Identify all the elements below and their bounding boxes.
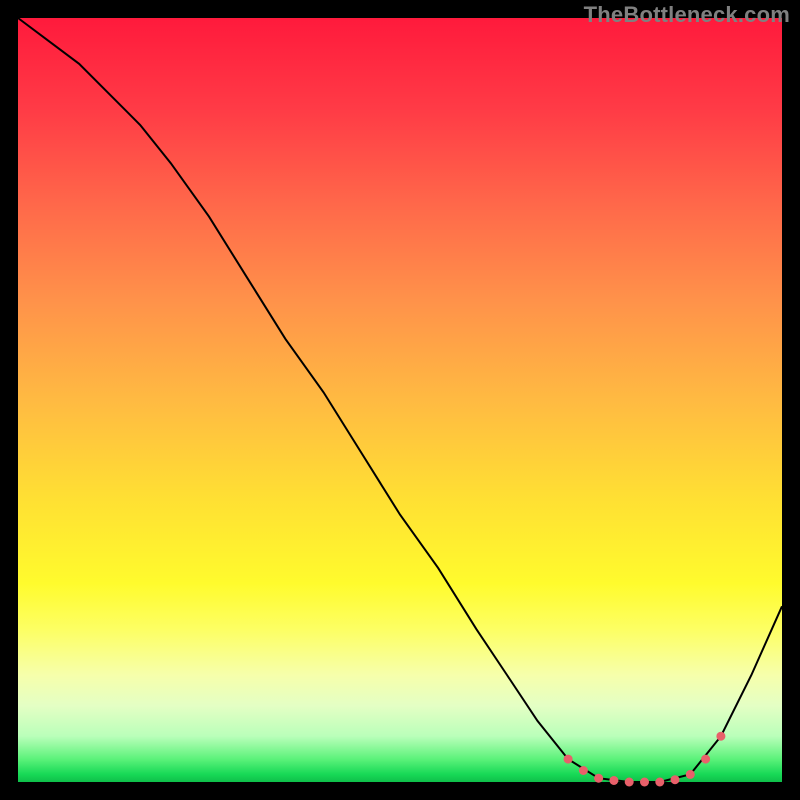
optimum-dot: [701, 755, 710, 764]
optimum-dot: [579, 766, 588, 775]
optimum-dot: [625, 778, 634, 787]
optimum-dot: [594, 774, 603, 783]
optimum-range-marker: [564, 732, 726, 787]
chart-svg: [18, 18, 782, 782]
watermark-text: TheBottleneck.com: [584, 2, 790, 28]
optimum-dot: [640, 778, 649, 787]
optimum-dot: [609, 776, 618, 785]
bottleneck-curve: [18, 18, 782, 782]
optimum-dot: [686, 770, 695, 779]
optimum-dot: [671, 775, 680, 784]
optimum-dot: [655, 778, 664, 787]
optimum-dot: [564, 755, 573, 764]
optimum-dot: [716, 732, 725, 741]
